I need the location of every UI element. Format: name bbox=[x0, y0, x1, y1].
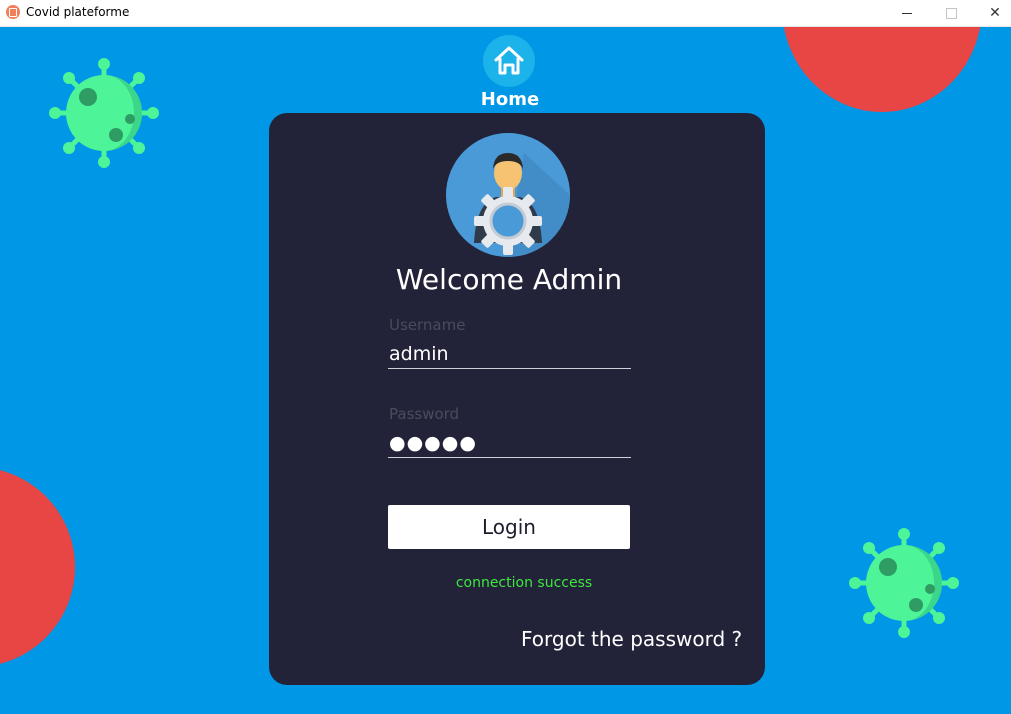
close-button[interactable]: ✕ bbox=[972, 0, 1011, 26]
login-button[interactable]: Login bbox=[388, 505, 630, 549]
admin-avatar-icon bbox=[446, 133, 570, 257]
login-card: Welcome Admin Username Password Login co… bbox=[269, 113, 765, 685]
window-titlebar: Covid plateforme ✕ bbox=[0, 0, 1011, 27]
main-content: Home Welcome Admin Username admin Passwo… bbox=[0, 27, 1011, 714]
username-label: Username bbox=[389, 316, 466, 334]
window-title: Covid plateforme bbox=[26, 5, 130, 19]
minimize-icon bbox=[902, 12, 912, 14]
close-icon: ✕ bbox=[989, 5, 1001, 21]
connection-status: connection success bbox=[455, 575, 593, 591]
home-label[interactable]: Home bbox=[460, 89, 560, 110]
app-icon bbox=[6, 5, 20, 19]
decorative-circle-bottom bbox=[0, 467, 75, 667]
home-button[interactable] bbox=[483, 35, 535, 87]
maximize-icon bbox=[945, 7, 957, 19]
password-label: Password bbox=[389, 405, 460, 423]
virus-icon bbox=[849, 528, 959, 638]
minimize-button[interactable] bbox=[884, 0, 930, 26]
forgot-password-link[interactable]: Forgot the password ? bbox=[521, 627, 742, 651]
decorative-circle-top bbox=[782, 27, 982, 112]
password-input[interactable] bbox=[388, 429, 631, 458]
home-icon bbox=[494, 46, 524, 75]
maximize-button[interactable] bbox=[928, 0, 974, 26]
virus-icon bbox=[49, 58, 159, 168]
welcome-heading: Welcome Admin bbox=[395, 263, 623, 296]
username-input[interactable] bbox=[388, 340, 631, 369]
